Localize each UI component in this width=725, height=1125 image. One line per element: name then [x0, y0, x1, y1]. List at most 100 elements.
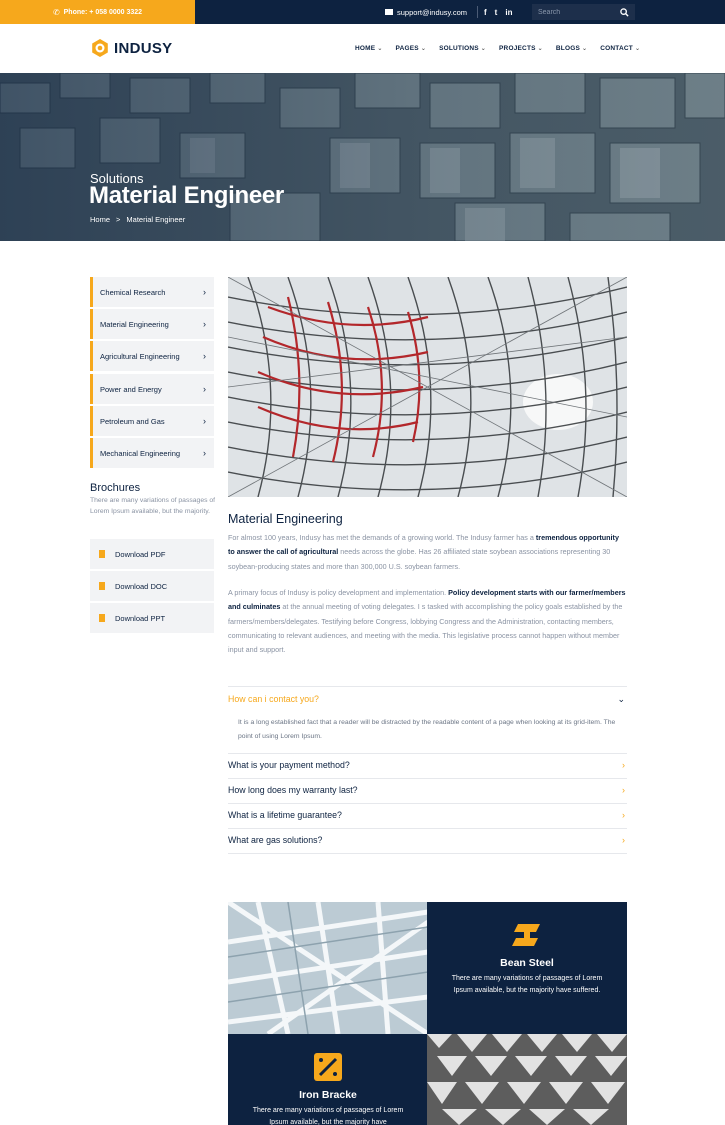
chevron-right-icon: › [622, 835, 625, 845]
nav-label: CONTACT [600, 45, 633, 52]
feature-title: Bean Steel [500, 957, 554, 969]
nav-label: PAGES [395, 45, 419, 52]
nav-solutions[interactable]: SOLUTIONS ⌄ [439, 45, 486, 52]
policy-paragraph: A primary focus of Indusy is policy deve… [228, 586, 626, 657]
chevron-down-icon: ⌄ [377, 46, 383, 52]
paragraph-text: A primary focus of Indusy is policy deve… [228, 588, 449, 597]
chevron-down-icon: ⌄ [537, 46, 543, 52]
faq-question-text: What is a lifetime guarantee? [228, 810, 342, 820]
brochures-description: There are many variations of passages of… [90, 497, 216, 515]
main-header: INDUSY HOME ⌄ PAGES ⌄ SOLUTIONS ⌄ PROJECTS ⌄… [0, 24, 725, 73]
faq-divider [228, 753, 627, 754]
feature-text: There are many variations of passages of… [451, 975, 603, 994]
nav-projects[interactable]: PROJECTS ⌄ [499, 45, 543, 52]
nav-blogs[interactable]: BLOGS ⌄ [556, 45, 587, 52]
faq-question-text: What are gas solutions? [228, 835, 323, 845]
phone-info[interactable]: ✆ Phone: + 058 0000 3322 [0, 0, 195, 24]
sidebar-item-agricultural-engineering[interactable]: Agricultural Engineering › [90, 341, 214, 371]
feature-card-bean-steel[interactable]: Bean Steel There are many variations of … [427, 902, 627, 1034]
faq-question[interactable]: What are gas solutions? › [228, 833, 627, 847]
chevron-down-icon: ⌄ [617, 693, 625, 704]
download-label: Download DOC [115, 581, 168, 591]
faq-divider [228, 803, 627, 804]
phone-icon: ✆ [52, 7, 60, 17]
email-text: support@indusy.com [397, 7, 468, 17]
breadcrumb: Home > Material Engineer [90, 215, 185, 224]
chevron-down-icon: ⌄ [634, 46, 641, 52]
top-bar: ✆ Phone: + 058 0000 3322 support@indusy.… [0, 0, 725, 24]
download-ppt-button[interactable]: Download PPT [90, 603, 214, 633]
faq-question[interactable]: What is your payment method? › [228, 758, 627, 772]
linkedin-icon[interactable]: in [505, 8, 512, 17]
steel-mesh-image [228, 277, 627, 497]
faq-divider [228, 828, 627, 829]
feature-text: There are many variations of passages of… [252, 1107, 404, 1125]
file-icon [99, 550, 105, 558]
faq-question-text: What is your payment method? [228, 760, 350, 770]
chevron-right-icon: › [203, 416, 206, 426]
search-input[interactable] [538, 8, 616, 16]
logo-icon [92, 39, 108, 57]
file-icon [99, 582, 105, 590]
nav-label: PROJECTS [499, 45, 536, 52]
sidebar-item-mechanical-engineering[interactable]: Mechanical Engineering › [90, 438, 214, 468]
faq-divider [228, 686, 627, 687]
email-info[interactable]: support@indusy.com [385, 0, 467, 24]
sidebar-item-label: Material Engineering [100, 319, 169, 329]
file-icon [99, 614, 105, 622]
sidebar-item-power-and-energy[interactable]: Power and Energy › [90, 374, 214, 404]
nav-label: SOLUTIONS [439, 45, 479, 52]
chevron-right-icon: › [622, 760, 625, 770]
download-pdf-button[interactable]: Download PDF [90, 539, 214, 569]
facebook-icon[interactable]: f [484, 8, 487, 17]
chevron-right-icon: › [622, 785, 625, 795]
search-icon[interactable] [620, 7, 629, 17]
chevron-down-icon: ⌄ [582, 46, 588, 52]
page-hero: Solutions Material Engineer Home > Mater… [0, 73, 725, 241]
breadcrumb-separator: > [116, 215, 121, 224]
nav-contact[interactable]: CONTACT ⌄ [600, 45, 640, 52]
section-title: Material Engineering [228, 512, 343, 526]
faq-question[interactable]: How long does my warranty last? › [228, 783, 627, 797]
solution-image [228, 277, 627, 497]
faq-question-text: How long does my warranty last? [228, 785, 358, 795]
nav-pages[interactable]: PAGES ⌄ [396, 45, 427, 52]
sidebar-item-label: Power and Energy [100, 384, 162, 394]
sidebar-item-petroleum-and-gas[interactable]: Petroleum and Gas › [90, 406, 214, 436]
social-links: f t in [484, 0, 512, 24]
twitter-icon[interactable]: t [495, 8, 498, 17]
chevron-down-icon: ⌄ [480, 46, 487, 52]
chevron-right-icon: › [622, 810, 625, 820]
steel-beam-icon [512, 924, 540, 946]
logo[interactable]: INDUSY [90, 38, 172, 58]
logo-text: INDUSY [114, 39, 173, 57]
sidebar-item-label: Mechanical Engineering [100, 448, 181, 458]
download-label: Download PDF [115, 549, 166, 559]
mail-icon [385, 9, 393, 15]
nav-label: HOME [355, 45, 376, 52]
page-title: Material Engineer [89, 182, 284, 209]
chevron-down-icon: ⌄ [420, 46, 427, 52]
chevron-right-icon: › [203, 351, 206, 361]
facade-pattern-image [427, 1034, 627, 1125]
brochures-heading: Brochures [90, 482, 141, 494]
faq-divider [228, 778, 627, 779]
breadcrumb-home-link[interactable]: Home [90, 215, 110, 224]
faq-question-open[interactable]: How can i contact you? ⌄ [228, 692, 627, 706]
feature-image-facade [427, 1034, 627, 1125]
download-label: Download PPT [115, 613, 166, 623]
faq-question-text: How can i contact you? [228, 694, 319, 704]
phone-text: Phone: + 058 0000 3322 [63, 8, 143, 16]
download-doc-button[interactable]: Download DOC [90, 571, 214, 601]
feature-card-iron-bracke[interactable]: Iron Bracke There are many variations of… [228, 1034, 428, 1125]
chevron-right-icon: › [203, 287, 206, 297]
feature-image-structure [228, 902, 428, 1034]
main-nav: HOME ⌄ PAGES ⌄ SOLUTIONS ⌄ PROJECTS ⌄ BLOGS ⌄… [355, 24, 640, 73]
sidebar-item-material-engineering[interactable]: Material Engineering › [90, 309, 214, 339]
paragraph-text: at the annual meeting of voting delegate… [228, 602, 623, 655]
sidebar-item-chemical-research[interactable]: Chemical Research › [90, 277, 214, 307]
iron-bracket-icon [314, 1053, 342, 1081]
nav-home[interactable]: HOME ⌄ [355, 45, 383, 52]
sidebar-item-label: Petroleum and Gas [100, 416, 165, 426]
faq-question[interactable]: What is a lifetime guarantee? › [228, 808, 627, 822]
